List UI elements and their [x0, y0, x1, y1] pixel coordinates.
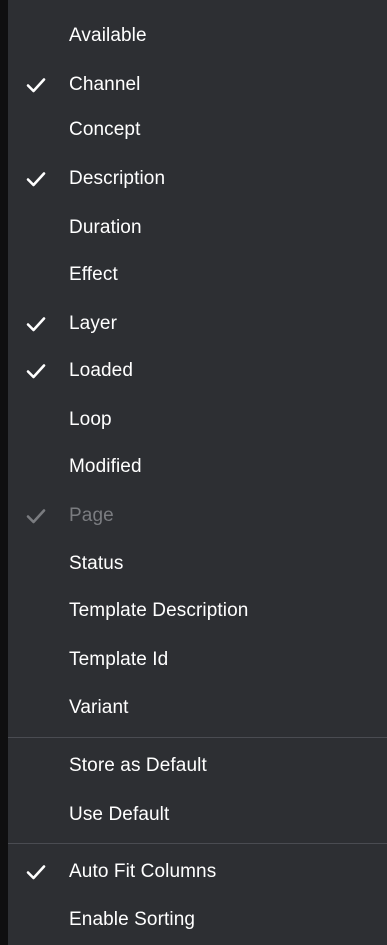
menu-item-label: Loaded	[69, 360, 134, 381]
menu-item-label: Template Description	[69, 600, 249, 621]
check-icon	[26, 169, 46, 189]
menu-item-loop[interactable]: Loop	[8, 396, 387, 444]
check-icon	[26, 410, 46, 430]
menu-item-layer[interactable]: Layer	[8, 300, 387, 348]
menu-item-use-default[interactable]: Use Default	[8, 791, 387, 839]
check-icon	[26, 756, 46, 776]
menu-item-label: Effect	[69, 264, 118, 285]
menu-item-concept[interactable]: Concept	[8, 106, 387, 154]
menu-item-label: Status	[69, 553, 124, 574]
check-icon	[26, 218, 46, 238]
menu-item-label: Available	[69, 25, 147, 46]
menu-item-label: Auto Fit Columns	[69, 861, 217, 882]
menu-item-template-id[interactable]: Template Id	[8, 636, 387, 684]
check-icon	[26, 601, 46, 621]
check-icon	[26, 457, 46, 477]
menu-item-enable-sorting[interactable]: Enable Sorting	[8, 896, 387, 944]
check-icon	[26, 910, 46, 930]
menu-separator	[8, 843, 387, 844]
menu-item-label: Modified	[69, 456, 142, 477]
check-icon	[26, 506, 46, 526]
menu-item-label: Use Default	[69, 804, 170, 825]
menu-item-label: Page	[69, 505, 114, 526]
menu-item-label: Layer	[69, 313, 118, 334]
context-menu: Available Channel Concept Description Du…	[0, 0, 387, 945]
menu-item-store-as-default[interactable]: Store as Default	[8, 742, 387, 790]
check-icon	[26, 361, 46, 381]
check-icon	[26, 862, 46, 882]
menu-item-description[interactable]: Description	[8, 155, 387, 203]
check-icon	[26, 26, 46, 46]
menu-item-loaded[interactable]: Loaded	[8, 347, 387, 395]
check-icon	[26, 805, 46, 825]
check-icon	[26, 75, 46, 95]
menu-item-status[interactable]: Status	[8, 540, 387, 588]
check-icon	[26, 698, 46, 718]
menu-item-page: Page	[8, 492, 387, 540]
check-icon	[26, 650, 46, 670]
menu-item-label: Enable Sorting	[69, 909, 196, 930]
menu-item-effect[interactable]: Effect	[8, 251, 387, 299]
menu-item-variant[interactable]: Variant	[8, 684, 387, 732]
menu-item-auto-fit-columns[interactable]: Auto Fit Columns	[8, 848, 387, 896]
menu-item-channel[interactable]: Channel	[8, 61, 387, 109]
menu-item-duration[interactable]: Duration	[8, 204, 387, 252]
menu-item-modified[interactable]: Modified	[8, 443, 387, 491]
menu-item-label: Description	[69, 168, 166, 189]
check-icon	[26, 120, 46, 140]
menu-item-label: Loop	[69, 409, 112, 430]
menu-item-available[interactable]: Available	[8, 12, 387, 60]
menu-separator	[8, 737, 387, 738]
check-icon	[26, 554, 46, 574]
menu-item-label: Duration	[69, 217, 142, 238]
menu-item-label: Template Id	[69, 649, 169, 670]
menu-item-label: Store as Default	[69, 755, 207, 776]
check-icon	[26, 265, 46, 285]
menu-item-label: Channel	[69, 74, 141, 95]
menu-item-label: Concept	[69, 119, 141, 140]
menu-item-label: Variant	[69, 697, 129, 718]
check-icon	[26, 314, 46, 334]
menu-item-template-description[interactable]: Template Description	[8, 587, 387, 635]
